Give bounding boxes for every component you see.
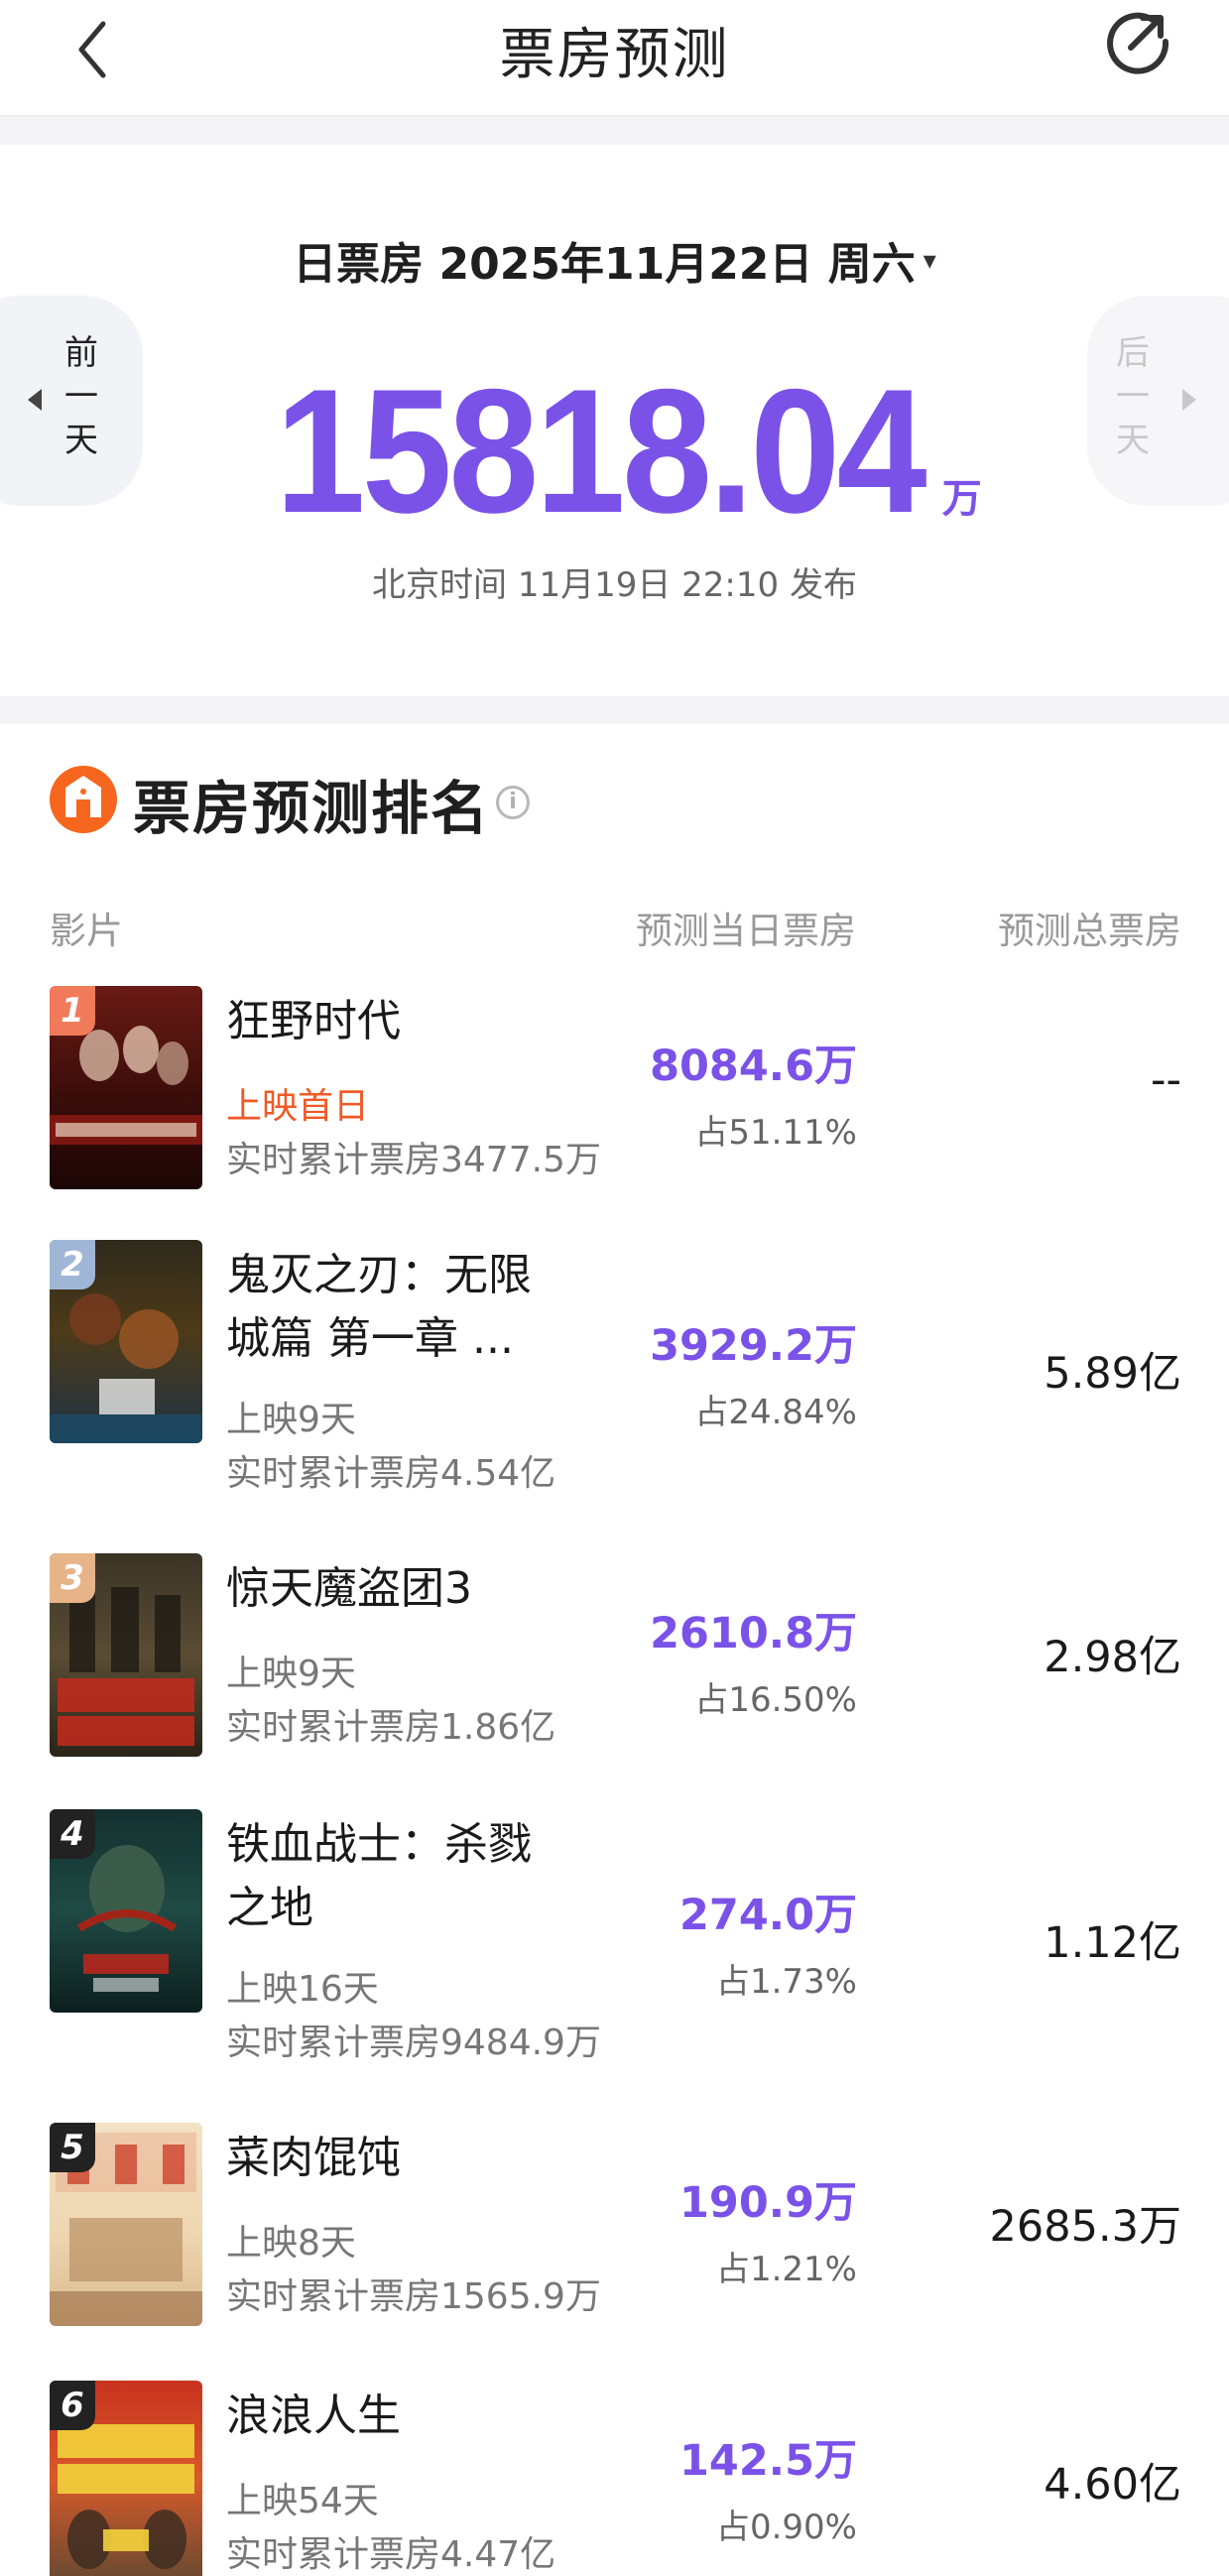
ranking-row[interactable]: 5 菜肉馄饨 上映8天 实时累计票房1565.9万 190.9万 占1.21% … bbox=[0, 2123, 1229, 2351]
cumulative-box-office: 实时累计票房1.86亿 bbox=[226, 1707, 556, 1748]
predicted-share: 占1.73% bbox=[715, 1962, 857, 2002]
column-header-film: 影片 bbox=[50, 910, 123, 952]
ranking-row[interactable]: 6 浪浪人生 上映54天 实时累计票房4.47亿 142.5万 占0.90% 4… bbox=[0, 2381, 1229, 2576]
movie-poster: 5 bbox=[50, 2123, 202, 2326]
film-name: 鬼灭之刃：无限城篇 第一章 ... bbox=[226, 1250, 532, 1364]
cumulative-box-office: 实时累计票房4.54亿 bbox=[226, 1453, 556, 1494]
rank-badge: 1 bbox=[50, 986, 95, 1036]
forecast-ranking-section: 票房预测排名 i 影片 预测当日票房 预测总票房 1 狂野时代 上映首日 实时累… bbox=[0, 724, 1229, 2576]
predicted-total: 2.98亿 bbox=[1044, 1633, 1181, 1682]
cumulative-box-office: 实时累计票房4.47亿 bbox=[226, 2534, 556, 2575]
film-name: 菜肉馄饨 bbox=[226, 2133, 401, 2183]
predicted-share: 占16.50% bbox=[694, 1680, 857, 1720]
refresh-share-icon[interactable] bbox=[1103, 6, 1172, 75]
movie-poster: 4 bbox=[50, 1809, 202, 2013]
predicted-daily-value: 274.0万 bbox=[678, 1891, 857, 1940]
date-label: 日票房 2025年11月22日 周六 bbox=[293, 239, 916, 290]
predicted-share: 占0.90% bbox=[715, 2508, 857, 2547]
predicted-daily-value: 8084.6万 bbox=[650, 1042, 857, 1091]
box-office-unit: 万 bbox=[941, 477, 982, 521]
rank-badge: 4 bbox=[50, 1809, 95, 1859]
release-status: 上映9天 bbox=[226, 1400, 356, 1440]
rank-badge: 2 bbox=[50, 1240, 95, 1289]
column-header-total: 预测总票房 bbox=[998, 910, 1181, 952]
release-status: 上映54天 bbox=[226, 2481, 379, 2521]
top-nav-bar: 票房预测 bbox=[0, 0, 1229, 117]
daily-box-office-total: 15818.04 万 bbox=[0, 349, 1229, 552]
box-office-value: 15818.04 bbox=[275, 352, 927, 550]
movie-poster: 3 bbox=[50, 1553, 202, 1757]
predicted-daily-value: 190.9万 bbox=[678, 2178, 857, 2228]
predicted-daily-value: 142.5万 bbox=[678, 2436, 857, 2486]
rank-badge: 6 bbox=[50, 2381, 95, 2430]
predicted-total: -- bbox=[1150, 1055, 1181, 1105]
ranking-row[interactable]: 3 惊天魔盗团3 上映9天 实时累计票房1.86亿 2610.8万 占16.50… bbox=[0, 1553, 1229, 1781]
date-selector[interactable]: 日票房 2025年11月22日 周六 ▾ bbox=[0, 228, 1229, 292]
predicted-total: 4.60亿 bbox=[1044, 2460, 1181, 2510]
caret-down-icon: ▾ bbox=[922, 246, 936, 276]
movie-poster: 6 bbox=[50, 2381, 202, 2576]
release-status: 上映9天 bbox=[226, 1654, 356, 1694]
movie-poster: 2 bbox=[50, 1240, 202, 1443]
release-status: 上映首日 bbox=[226, 1086, 370, 1127]
film-name: 惊天魔盗团3 bbox=[226, 1563, 472, 1614]
ranking-row[interactable]: 1 狂野时代 上映首日 实时累计票房3477.5万 8084.6万 占51.11… bbox=[0, 986, 1229, 1214]
cumulative-box-office: 实时累计票房1565.9万 bbox=[226, 2276, 601, 2317]
column-header-daily: 预测当日票房 bbox=[636, 910, 856, 952]
predicted-share: 占51.11% bbox=[694, 1113, 857, 1153]
info-icon[interactable]: i bbox=[496, 786, 530, 819]
cumulative-box-office: 实时累计票房3477.5万 bbox=[226, 1140, 601, 1180]
predicted-daily-value: 3929.2万 bbox=[650, 1321, 857, 1371]
predicted-total: 1.12亿 bbox=[1044, 1918, 1181, 1968]
page-title: 票房预测 bbox=[499, 23, 730, 87]
predicted-total: 2685.3万 bbox=[989, 2202, 1181, 2252]
predicted-total: 5.89亿 bbox=[1044, 1349, 1181, 1399]
ranking-row[interactable]: 4 铁血战士：杀戮之地 上映16天 实时累计票房9484.9万 274.0万 占… bbox=[0, 1809, 1229, 2107]
film-name: 铁血战士：杀戮之地 bbox=[226, 1819, 532, 1933]
daily-forecast-card: 日票房 2025年11月22日 周六 ▾ 前一天 后一天 15818.04 万 北京… bbox=[0, 145, 1229, 696]
release-status: 上映16天 bbox=[226, 1969, 379, 2010]
film-name: 狂野时代 bbox=[226, 996, 401, 1046]
rank-badge: 5 bbox=[50, 2123, 95, 2172]
publish-time: 北京时间 11月19日 22:10 发布 bbox=[372, 565, 857, 605]
predicted-daily-value: 2610.8万 bbox=[650, 1609, 857, 1658]
movie-poster: 1 bbox=[50, 986, 202, 1189]
predicted-share: 占1.21% bbox=[715, 2250, 857, 2289]
cumulative-box-office: 实时累计票房9484.9万 bbox=[226, 2023, 601, 2063]
predicted-share: 占24.84% bbox=[694, 1393, 857, 1432]
section-title: 票房预测排名 bbox=[133, 775, 491, 842]
release-status: 上映8天 bbox=[226, 2223, 356, 2264]
rank-badge: 3 bbox=[50, 1553, 95, 1603]
film-name: 浪浪人生 bbox=[226, 2391, 401, 2441]
ranking-row[interactable]: 2 鬼灭之刃：无限城篇 第一章 ... 上映9天 实时累计票房4.54亿 392… bbox=[0, 1240, 1229, 1537]
film-logo-icon bbox=[50, 766, 117, 833]
